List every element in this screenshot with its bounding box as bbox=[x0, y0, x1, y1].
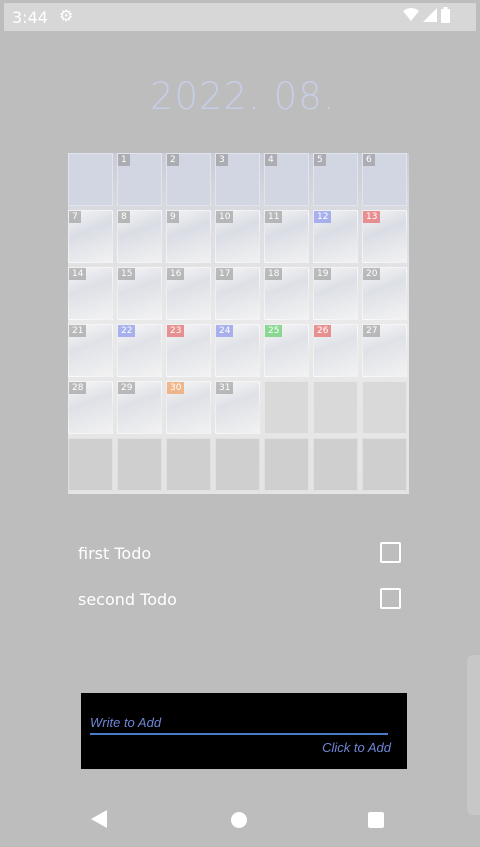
todo-label: first Todo bbox=[78, 544, 152, 563]
todo-checkbox[interactable] bbox=[380, 542, 401, 563]
calendar-day-cell[interactable]: 12 bbox=[313, 210, 358, 263]
day-number: 8 bbox=[118, 211, 130, 223]
day-number: 22 bbox=[118, 325, 136, 337]
calendar-day-cell[interactable] bbox=[68, 438, 113, 491]
todo-checkbox[interactable] bbox=[380, 588, 401, 609]
day-number: 11 bbox=[265, 211, 283, 223]
signal-icon bbox=[423, 8, 437, 22]
gear-icon: ⚙ bbox=[59, 6, 74, 25]
day-number: 20 bbox=[363, 268, 381, 280]
calendar-day-cell[interactable] bbox=[264, 438, 309, 491]
calendar-day-cell[interactable]: 26 bbox=[313, 324, 358, 377]
day-number: 19 bbox=[314, 268, 332, 280]
day-number: 7 bbox=[69, 211, 81, 223]
calendar-day-cell[interactable]: 30 bbox=[166, 381, 211, 434]
calendar-day-cell[interactable] bbox=[166, 438, 211, 491]
calendar-day-cell[interactable] bbox=[362, 438, 407, 491]
day-number: 28 bbox=[69, 382, 87, 394]
calendar-day-cell[interactable]: 24 bbox=[215, 324, 260, 377]
calendar-day-cell[interactable] bbox=[313, 381, 358, 434]
day-number: 30 bbox=[167, 382, 185, 394]
day-number: 9 bbox=[167, 211, 179, 223]
day-number: 29 bbox=[118, 382, 136, 394]
day-number: 24 bbox=[216, 325, 234, 337]
calendar-day-cell[interactable]: 16 bbox=[166, 267, 211, 320]
recent-apps-icon[interactable] bbox=[368, 812, 384, 828]
day-number: 27 bbox=[363, 325, 381, 337]
calendar-day-cell[interactable]: 1 bbox=[117, 153, 162, 206]
calendar-day-cell[interactable]: 22 bbox=[117, 324, 162, 377]
calendar-day-cell[interactable] bbox=[362, 381, 407, 434]
wifi-icon bbox=[403, 8, 419, 21]
calendar-day-cell[interactable]: 7 bbox=[68, 210, 113, 263]
battery-icon bbox=[441, 7, 450, 23]
calendar-day-cell[interactable] bbox=[117, 438, 162, 491]
day-number: 15 bbox=[118, 268, 136, 280]
day-number: 10 bbox=[216, 211, 234, 223]
calendar-day-cell[interactable]: 25 bbox=[264, 324, 309, 377]
month-title: 2022. 08. bbox=[150, 75, 336, 118]
status-icons bbox=[403, 7, 450, 23]
calendar-day-cell[interactable]: 19 bbox=[313, 267, 358, 320]
todo-item[interactable]: second Todo bbox=[78, 586, 403, 614]
day-number: 17 bbox=[216, 268, 234, 280]
calendar-day-cell[interactable]: 6 bbox=[362, 153, 407, 206]
navigation-bar bbox=[0, 790, 480, 847]
todo-input[interactable] bbox=[90, 711, 388, 735]
calendar-day-cell[interactable]: 21 bbox=[68, 324, 113, 377]
calendar-day-cell[interactable]: 29 bbox=[117, 381, 162, 434]
status-bar: 3:44 ⚙ bbox=[4, 3, 476, 31]
calendar-day-cell[interactable] bbox=[215, 438, 260, 491]
home-icon[interactable] bbox=[231, 812, 247, 828]
calendar-day-cell[interactable]: 23 bbox=[166, 324, 211, 377]
calendar-day-cell[interactable]: 9 bbox=[166, 210, 211, 263]
calendar-day-cell[interactable]: 27 bbox=[362, 324, 407, 377]
calendar-day-cell[interactable] bbox=[313, 438, 358, 491]
status-time: 3:44 bbox=[12, 8, 48, 27]
calendar-day-cell[interactable] bbox=[264, 381, 309, 434]
calendar-day-cell[interactable]: 14 bbox=[68, 267, 113, 320]
day-number: 25 bbox=[265, 325, 283, 337]
day-number: 13 bbox=[363, 211, 381, 223]
day-number: 1 bbox=[118, 154, 130, 166]
calendar-day-cell[interactable]: 13 bbox=[362, 210, 407, 263]
day-number: 6 bbox=[363, 154, 375, 166]
day-number: 14 bbox=[69, 268, 87, 280]
day-number: 21 bbox=[69, 325, 87, 337]
day-number: 18 bbox=[265, 268, 283, 280]
add-todo-panel: Click to Add bbox=[81, 693, 407, 769]
day-number: 31 bbox=[216, 382, 234, 394]
day-number: 16 bbox=[167, 268, 185, 280]
calendar-day-cell[interactable]: 31 bbox=[215, 381, 260, 434]
calendar-day-cell[interactable]: 8 bbox=[117, 210, 162, 263]
calendar-day-cell[interactable]: 28 bbox=[68, 381, 113, 434]
day-number: 23 bbox=[167, 325, 185, 337]
calendar-day-cell[interactable]: 17 bbox=[215, 267, 260, 320]
calendar-grid: 1 2 3 4 5 6 7 8 9 10 11 12 13 14 15 16 17 18 19 20 21 22 23 24 2… bbox=[68, 153, 409, 494]
back-icon[interactable] bbox=[91, 810, 107, 828]
calendar-day-cell[interactable]: 10 bbox=[215, 210, 260, 263]
calendar-day-cell[interactable]: 11 bbox=[264, 210, 309, 263]
calendar-day-cell[interactable]: 20 bbox=[362, 267, 407, 320]
calendar-day-cell[interactable]: 18 bbox=[264, 267, 309, 320]
add-button[interactable]: Click to Add bbox=[322, 740, 391, 755]
todo-label: second Todo bbox=[78, 590, 177, 609]
calendar-day-cell[interactable]: 3 bbox=[215, 153, 260, 206]
day-number: 26 bbox=[314, 325, 332, 337]
day-number: 2 bbox=[167, 154, 179, 166]
day-number: 4 bbox=[265, 154, 277, 166]
calendar-day-cell[interactable] bbox=[68, 153, 113, 206]
calendar-day-cell[interactable]: 4 bbox=[264, 153, 309, 206]
todo-item[interactable]: first Todo bbox=[78, 540, 403, 568]
day-number: 5 bbox=[314, 154, 326, 166]
day-number: 3 bbox=[216, 154, 228, 166]
day-number: 12 bbox=[314, 211, 332, 223]
calendar-day-cell[interactable]: 2 bbox=[166, 153, 211, 206]
calendar-day-cell[interactable]: 5 bbox=[313, 153, 358, 206]
calendar-day-cell[interactable]: 15 bbox=[117, 267, 162, 320]
